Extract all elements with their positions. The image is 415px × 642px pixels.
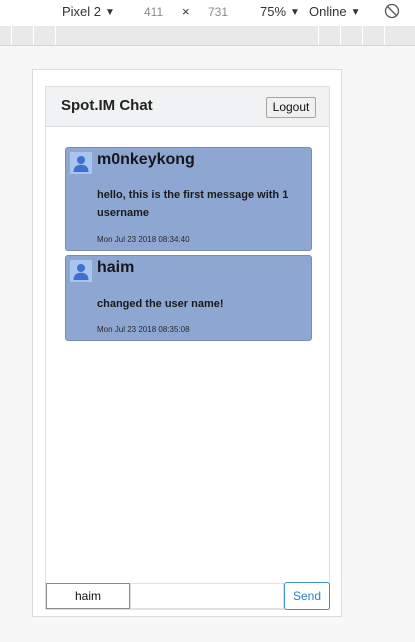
message-item: haim changed the user name! Mon Jul 23 2… bbox=[65, 255, 312, 341]
zoom-select[interactable]: 75% ▼ bbox=[260, 4, 300, 21]
chat-input-bar: Send bbox=[46, 582, 330, 610]
network-value: Online bbox=[309, 4, 347, 19]
zoom-caret-icon: ▼ bbox=[290, 7, 300, 18]
message-item: m0nkeykong hello, this is the first mess… bbox=[65, 147, 312, 251]
message-text: changed the user name! bbox=[97, 298, 224, 310]
logout-button[interactable]: Logout bbox=[266, 97, 316, 118]
message-text: hello, this is the first message with 1 … bbox=[97, 189, 289, 219]
message-username: m0nkeykong bbox=[97, 151, 195, 168]
media-query-ruler bbox=[0, 26, 415, 46]
chat-title: Spot.IM Chat bbox=[61, 97, 153, 114]
send-button[interactable]: Send bbox=[284, 582, 330, 610]
username-input[interactable] bbox=[46, 583, 130, 609]
message-timestamp: Mon Jul 23 2018 08:34:40 bbox=[97, 235, 190, 244]
message-timestamp: Mon Jul 23 2018 08:35:08 bbox=[97, 325, 190, 334]
rotate-icon[interactable] bbox=[384, 3, 400, 19]
device-select[interactable]: Pixel 2 ▼ bbox=[62, 4, 115, 21]
message-list: m0nkeykong hello, this is the first mess… bbox=[65, 147, 312, 345]
user-avatar-icon bbox=[70, 260, 92, 282]
device-viewport: Spot.IM Chat Logout m0nkeykong hello, th… bbox=[32, 69, 342, 617]
chat-header: Spot.IM Chat Logout bbox=[46, 87, 329, 127]
device-caret-icon: ▼ bbox=[105, 7, 115, 18]
height-field[interactable]: 731 bbox=[208, 4, 228, 20]
zoom-value: 75% bbox=[260, 4, 287, 19]
width-field[interactable]: 411 bbox=[144, 4, 163, 20]
device-toolbar: Pixel 2 ▼ 411 × 731 75% ▼ Online ▼ bbox=[0, 0, 415, 24]
chat-window: Spot.IM Chat Logout m0nkeykong hello, th… bbox=[45, 86, 330, 610]
network-caret-icon: ▼ bbox=[350, 7, 361, 18]
network-select[interactable]: Online ▼ bbox=[309, 4, 360, 21]
device-name: Pixel 2 bbox=[62, 4, 102, 19]
user-avatar-icon bbox=[70, 152, 92, 174]
message-input[interactable] bbox=[130, 583, 284, 609]
times-sign: × bbox=[182, 4, 190, 19]
message-username: haim bbox=[97, 259, 135, 276]
